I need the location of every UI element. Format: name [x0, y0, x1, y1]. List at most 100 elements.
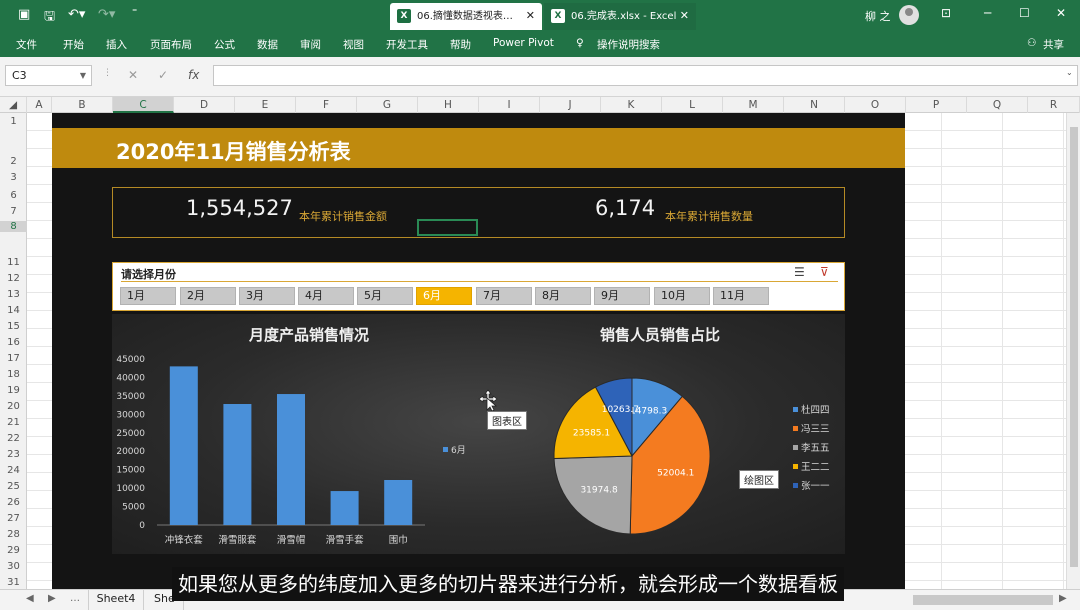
vertical-scrollbar[interactable]	[1066, 113, 1080, 589]
more-sheets-icon[interactable]: …	[70, 593, 80, 604]
expand-formula-icon[interactable]: ⌄	[1066, 68, 1073, 77]
avatar[interactable]	[899, 5, 919, 25]
scrollbar-thumb[interactable]	[1070, 127, 1078, 567]
user-name[interactable]: 柳 之	[865, 8, 891, 24]
row-header[interactable]: 11	[0, 257, 27, 268]
row-header[interactable]: 17	[0, 353, 27, 364]
column-header[interactable]: J	[540, 97, 601, 113]
column-header[interactable]: M	[723, 97, 784, 113]
row-header[interactable]: 21	[0, 417, 27, 428]
column-header[interactable]: K	[601, 97, 662, 113]
menu-page-layout[interactable]: 页面布局	[150, 37, 192, 52]
slicer-item-mar[interactable]: 3月	[239, 287, 295, 305]
minimize-icon[interactable]: ─	[984, 6, 991, 20]
slicer-item-aug[interactable]: 8月	[535, 287, 591, 305]
tab-document-1[interactable]: X 06.摘懂数据透视表… ✕	[390, 3, 542, 30]
column-header[interactable]: I	[479, 97, 540, 113]
row-header[interactable]: 30	[0, 561, 27, 572]
undo-icon[interactable]: ↶▾	[68, 7, 85, 22]
close-tab-icon[interactable]: ✕	[680, 8, 689, 23]
scroll-right-icon[interactable]: ▶	[1059, 593, 1067, 604]
column-header[interactable]: O	[845, 97, 906, 113]
formula-input[interactable]	[213, 65, 1078, 86]
row-header[interactable]: 23	[0, 449, 27, 460]
row-header[interactable]: 28	[0, 529, 27, 540]
row-header[interactable]: 27	[0, 513, 27, 524]
slicer-item-jun-selected[interactable]: 6月	[416, 287, 472, 305]
scroll-right-icon[interactable]: ▶	[48, 593, 56, 604]
menu-view[interactable]: 视图	[343, 37, 364, 52]
row-header[interactable]: 26	[0, 497, 27, 508]
column-header[interactable]: E	[235, 97, 296, 113]
menu-file[interactable]: 文件	[16, 37, 37, 52]
menu-power-pivot[interactable]: Power Pivot	[493, 37, 554, 49]
menu-insert[interactable]: 插入	[106, 37, 127, 52]
column-header[interactable]: N	[784, 97, 845, 113]
slicer-item-apr[interactable]: 4月	[298, 287, 354, 305]
column-header[interactable]: R	[1028, 97, 1080, 113]
chart-area[interactable]: 月度产品销售情况 0 5000 10000 15000 20000 25000 30000 35…	[112, 314, 845, 554]
column-header[interactable]: H	[418, 97, 479, 113]
row-header[interactable]: 29	[0, 545, 27, 556]
slicer-item-jan[interactable]: 1月	[120, 287, 176, 305]
column-header[interactable]: F	[296, 97, 357, 113]
sheet-tab[interactable]: Sheet4	[88, 590, 144, 610]
column-header[interactable]: P	[906, 97, 967, 113]
insert-function-icon[interactable]: fx	[188, 68, 199, 82]
redo-icon[interactable]: ↷▾	[98, 7, 115, 22]
row-header[interactable]: 12	[0, 273, 27, 284]
row-header[interactable]: 13	[0, 289, 27, 300]
row-header[interactable]: 22	[0, 433, 27, 444]
close-window-icon[interactable]: ✕	[1056, 6, 1066, 20]
row-header[interactable]: 15	[0, 321, 27, 332]
row-header[interactable]: 20	[0, 401, 27, 412]
row-header[interactable]: 16	[0, 337, 27, 348]
row-header[interactable]: 1	[0, 116, 27, 127]
row-header[interactable]: 7	[0, 206, 27, 217]
column-header[interactable]: G	[357, 97, 418, 113]
slicer-item-sep[interactable]: 9月	[594, 287, 650, 305]
share-button[interactable]: 共享	[1043, 37, 1064, 52]
clear-filter-icon[interactable]: ⊽	[820, 265, 829, 279]
row-header-selected[interactable]: 8	[0, 221, 27, 232]
menu-home[interactable]: 开始	[63, 37, 84, 52]
row-header[interactable]: 3	[0, 172, 27, 183]
chevron-down-icon[interactable]: ▼	[80, 66, 86, 85]
slicer-item-nov[interactable]: 11月	[713, 287, 769, 305]
drag-handle-icon[interactable]: ⋮	[103, 68, 112, 78]
menu-data[interactable]: 数据	[257, 37, 278, 52]
slicer-item-may[interactable]: 5月	[357, 287, 413, 305]
maximize-icon[interactable]: ☐	[1019, 6, 1030, 20]
enter-icon[interactable]: ✓	[158, 68, 168, 82]
save-icon[interactable]: 🖫	[44, 7, 55, 29]
row-header[interactable]: 24	[0, 465, 27, 476]
menu-help[interactable]: 帮助	[450, 37, 471, 52]
row-header[interactable]: 6	[0, 190, 27, 201]
horizontal-scrollbar[interactable]	[913, 595, 1053, 605]
row-header[interactable]: 14	[0, 305, 27, 316]
search-tell-me[interactable]: 操作说明搜索	[597, 37, 660, 52]
column-header[interactable]: D	[174, 97, 235, 113]
row-header[interactable]: 31	[0, 577, 27, 588]
column-header[interactable]: L	[662, 97, 723, 113]
column-header[interactable]: A	[27, 97, 52, 113]
multi-select-icon[interactable]: ☰	[794, 265, 805, 279]
menu-review[interactable]: 审阅	[300, 37, 321, 52]
slicer-item-jul[interactable]: 7月	[476, 287, 532, 305]
customize-toolbar-icon[interactable]: ⁼	[132, 7, 137, 18]
tab-document-2[interactable]: X 06.完成表.xlsx - Excel ✕	[544, 3, 696, 30]
select-all-corner[interactable]: ◢	[0, 97, 27, 113]
column-header[interactable]: B	[52, 97, 113, 113]
new-doc-icon[interactable]: ▣	[18, 7, 30, 22]
close-tab-icon[interactable]: ✕	[526, 8, 535, 23]
row-header[interactable]: 19	[0, 385, 27, 396]
selected-cell-indicator[interactable]	[417, 219, 478, 236]
column-header[interactable]: Q	[967, 97, 1028, 113]
row-header[interactable]: 25	[0, 481, 27, 492]
slicer-item-oct[interactable]: 10月	[654, 287, 710, 305]
menu-formulas[interactable]: 公式	[214, 37, 235, 52]
menu-developer[interactable]: 开发工具	[386, 37, 428, 52]
slicer-item-feb[interactable]: 2月	[180, 287, 236, 305]
charts-svg[interactable]: 月度产品销售情况 0 5000 10000 15000 20000 25000 30000 35…	[112, 314, 845, 554]
column-header-selected[interactable]: C	[113, 97, 174, 113]
